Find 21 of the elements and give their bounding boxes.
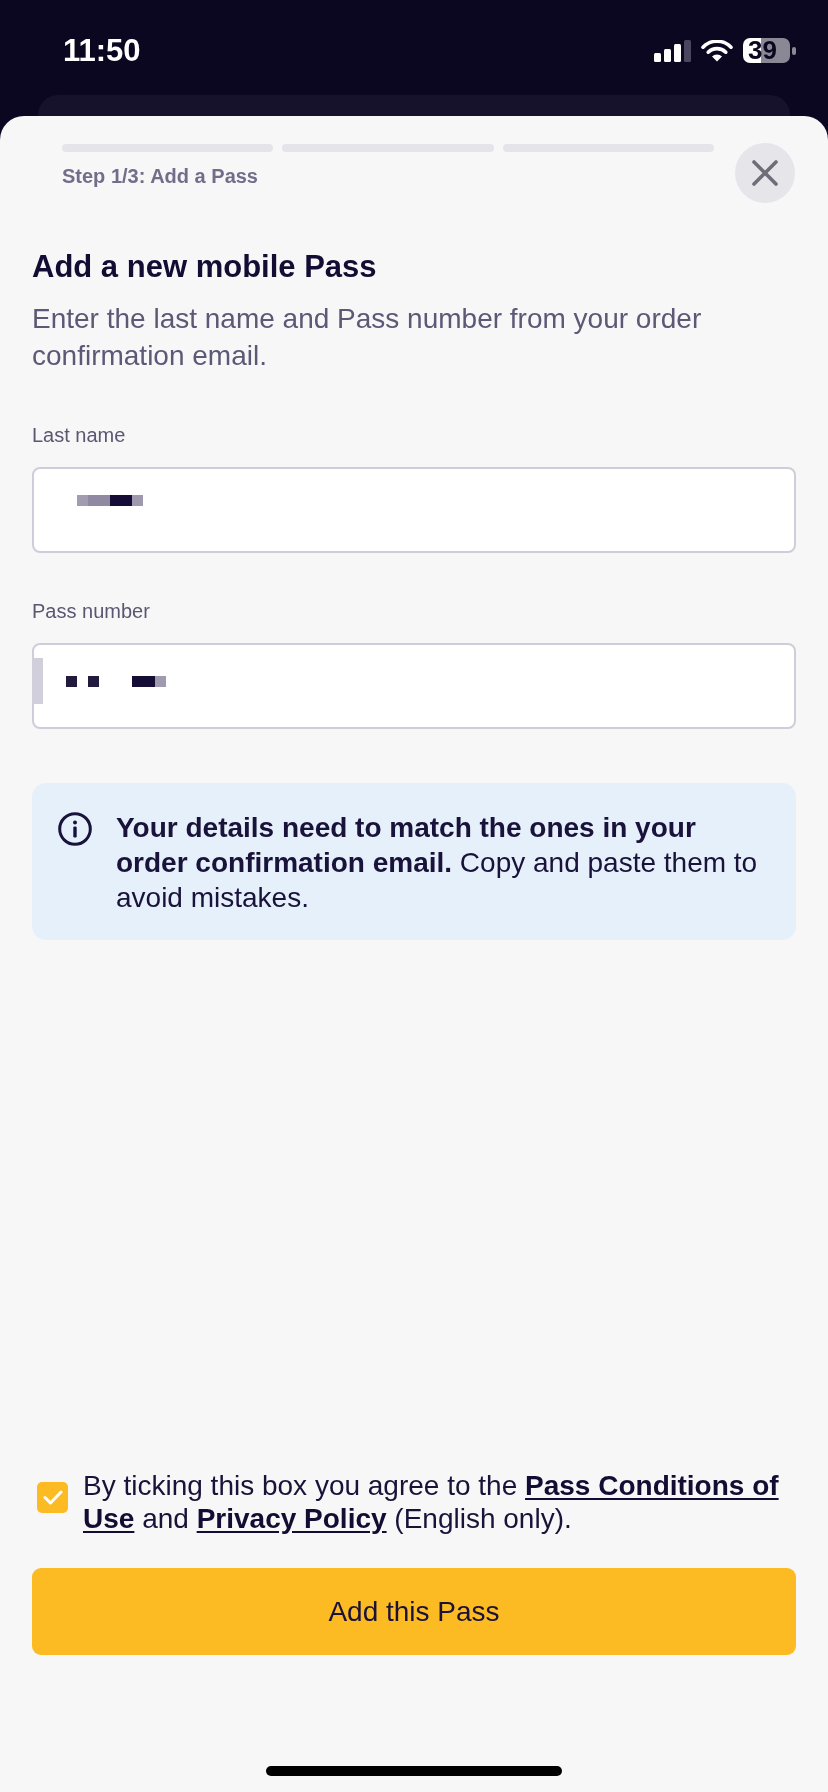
- field-label: Last name: [32, 423, 127, 447]
- checkbox[interactable]: [37, 1482, 68, 1513]
- text-link[interactable]: Pass Conditions of: [525, 1470, 779, 1501]
- info-icon: [58, 812, 92, 846]
- text-link[interactable]: Privacy Policy: [196, 1503, 387, 1534]
- info-text: Your details need to match the ones in your order confirmation email. Copy and paste them to avoid mistakes.: [116, 811, 759, 915]
- description-text: Enter the last name and Pass number from your order confirmation email.: [32, 302, 703, 373]
- status-time: 11:50: [63, 32, 141, 69]
- step-label: Step 1/3: Add a Pass: [62, 164, 259, 188]
- wifi-icon: [701, 39, 733, 62]
- text-input[interactable]: [32, 643, 796, 729]
- text-input[interactable]: [32, 467, 796, 553]
- close-icon: [752, 160, 778, 186]
- battery-cap-icon: [792, 46, 796, 55]
- text-link[interactable]: Use: [83, 1503, 135, 1534]
- page-title: Add a new mobile Pass: [32, 249, 378, 285]
- checkmark-icon: [42, 1490, 63, 1505]
- signal-icon: [654, 39, 691, 62]
- add-pass-button[interactable]: Add this Pass: [32, 1568, 796, 1655]
- field-label: Pass number: [32, 599, 151, 623]
- consent-text: By ticking this box you agree to the Pass Conditions of Use and Privacy Policy (English only).: [83, 1469, 780, 1535]
